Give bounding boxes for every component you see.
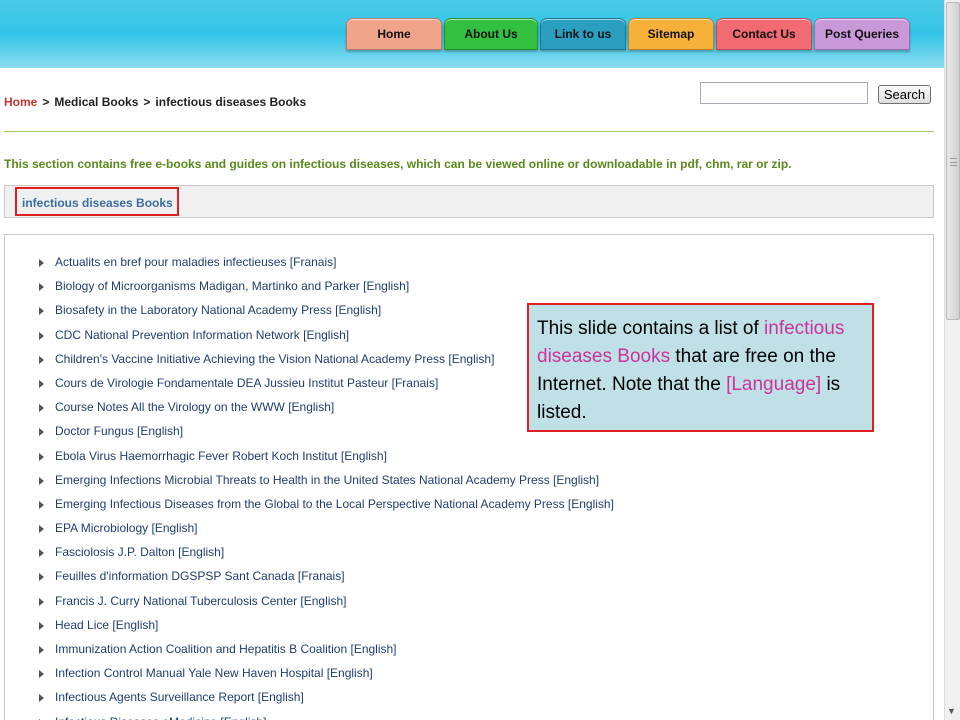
bullet-arrow-icon [39, 283, 44, 292]
book-title-link[interactable]: Immunization Action Coalition and Hepati… [55, 642, 397, 656]
bullet-arrow-icon [39, 452, 44, 461]
nav-about-us-button[interactable]: About Us [444, 18, 538, 50]
section-title-highlight: infectious diseases Books [15, 187, 179, 216]
breadcrumb-current: infectious diseases Books [155, 95, 307, 109]
bullet-arrow-icon [39, 307, 44, 316]
book-title-link[interactable]: Infectious Diseases eMedicine [English] [55, 715, 266, 720]
page: Home About Us Link to us Sitemap Contact Us P… [0, 0, 960, 720]
bullet-arrow-icon [39, 259, 44, 267]
breadcrumb: Home > Medical Books > infectious diseases B… [4, 95, 306, 109]
divider [4, 131, 934, 132]
nav-sitemap-button[interactable]: Sitemap [628, 18, 714, 50]
book-title-link[interactable]: Biology of Microorganisms Madigan, Marti… [55, 279, 409, 293]
bullet-arrow-icon [39, 573, 44, 582]
bullet-arrow-icon [39, 476, 44, 485]
search-button[interactable]: Search [878, 85, 931, 104]
nav-link-to-us-button[interactable]: Link to us [540, 18, 626, 50]
book-list-item[interactable]: Biology of Microorganisms Madigan, Marti… [39, 279, 614, 303]
book-list-item[interactable]: Emerging Infections Microbial Threats to… [39, 473, 614, 497]
bullet-arrow-icon [39, 525, 44, 534]
book-title-link[interactable]: Emerging Infectious Diseases from the Gl… [55, 497, 614, 511]
book-title-link[interactable]: Actualits en bref pour maladies infectie… [55, 255, 336, 269]
bullet-arrow-icon [39, 331, 44, 340]
breadcrumb-separator: > [42, 95, 50, 109]
scrollbar-thumb[interactable] [946, 2, 960, 320]
book-list-item[interactable]: EPA Microbiology [English] [39, 521, 614, 545]
book-list-item[interactable]: Immunization Action Coalition and Hepati… [39, 642, 614, 666]
bullet-arrow-icon [39, 670, 44, 679]
bullet-arrow-icon [39, 549, 44, 558]
book-list-item[interactable]: Ebola Virus Haemorrhagic Fever Robert Ko… [39, 449, 614, 473]
book-list-item[interactable]: Infectious Diseases eMedicine [English] [39, 715, 614, 720]
nav-contact-us-button[interactable]: Contact Us [716, 18, 812, 50]
book-title-link[interactable]: Fasciolosis J.P. Dalton [English] [55, 545, 224, 559]
book-title-link[interactable]: Cours de Virologie Fondamentale DEA Juss… [55, 376, 438, 390]
book-title-link[interactable]: Doctor Fungus [English] [55, 424, 183, 438]
book-list-item[interactable]: Fasciolosis J.P. Dalton [English] [39, 545, 614, 569]
nav-home-button[interactable]: Home [346, 18, 442, 50]
vertical-scrollbar[interactable]: ▼ [944, 0, 960, 720]
book-title-link[interactable]: Infection Control Manual Yale New Haven … [55, 666, 373, 680]
scroll-down-arrow-icon[interactable]: ▼ [947, 706, 956, 716]
book-title-link[interactable]: Head Lice [English] [55, 618, 158, 632]
bullet-arrow-icon [39, 404, 44, 413]
book-list-item[interactable]: Infectious Agents Surveillance Report [E… [39, 690, 614, 714]
book-title-link[interactable]: Ebola Virus Haemorrhagic Fever Robert Ko… [55, 449, 387, 463]
bullet-arrow-icon [39, 597, 44, 606]
nav-post-queries-button[interactable]: Post Queries [814, 18, 910, 50]
book-list-item[interactable]: Actualits en bref pour maladies infectie… [39, 255, 614, 279]
breadcrumb-separator: > [143, 95, 151, 109]
book-title-link[interactable]: Francis J. Curry National Tuberculosis C… [55, 594, 346, 608]
bullet-arrow-icon [39, 646, 44, 654]
book-title-link[interactable]: Feuilles d'information DGSPSP Sant Canad… [55, 569, 345, 583]
book-list-item[interactable]: Head Lice [English] [39, 618, 614, 642]
bullet-arrow-icon [39, 428, 44, 437]
book-list-item[interactable]: Emerging Infectious Diseases from the Gl… [39, 497, 614, 521]
book-title-link[interactable]: Emerging Infections Microbial Threats to… [55, 473, 599, 487]
book-title-link[interactable]: Children's Vaccine Initiative Achieving … [55, 352, 494, 366]
callout-highlight-language: [Language] [726, 374, 822, 395]
header-banner: Home About Us Link to us Sitemap Contact Us P… [0, 0, 944, 68]
book-title-link[interactable]: EPA Microbiology [English] [55, 521, 198, 535]
bullet-arrow-icon [39, 379, 44, 388]
bullet-arrow-icon [39, 621, 44, 630]
book-title-link[interactable]: CDC National Prevention Information Netw… [55, 328, 349, 342]
bullet-arrow-icon [39, 694, 44, 703]
search-input[interactable] [700, 82, 868, 104]
bullet-arrow-icon [39, 355, 44, 364]
section-title: infectious diseases Books [22, 196, 173, 210]
main-navigation: Home About Us Link to us Sitemap Contact Us P… [346, 18, 912, 50]
section-header: infectious diseases Books [4, 185, 934, 218]
breadcrumb-home-link[interactable]: Home [4, 95, 37, 109]
bullet-arrow-icon [39, 500, 44, 509]
annotation-callout: This slide contains a list of infectious… [527, 303, 874, 432]
book-title-link[interactable]: Biosafety in the Laboratory National Aca… [55, 303, 381, 317]
callout-text: This slide contains a list of [537, 318, 765, 339]
breadcrumb-medical-books[interactable]: Medical Books [54, 95, 138, 109]
book-title-link[interactable]: Course Notes All the Virology on the WWW… [55, 400, 334, 414]
section-intro-text: This section contains free e-books and g… [4, 157, 792, 171]
scrollbar-grip-icon [950, 158, 957, 166]
book-list-item[interactable]: Francis J. Curry National Tuberculosis C… [39, 594, 614, 618]
book-title-link[interactable]: Infectious Agents Surveillance Report [E… [55, 690, 304, 704]
book-list-item[interactable]: Infection Control Manual Yale New Haven … [39, 666, 614, 690]
book-list-item[interactable]: Feuilles d'information DGSPSP Sant Canad… [39, 569, 614, 593]
